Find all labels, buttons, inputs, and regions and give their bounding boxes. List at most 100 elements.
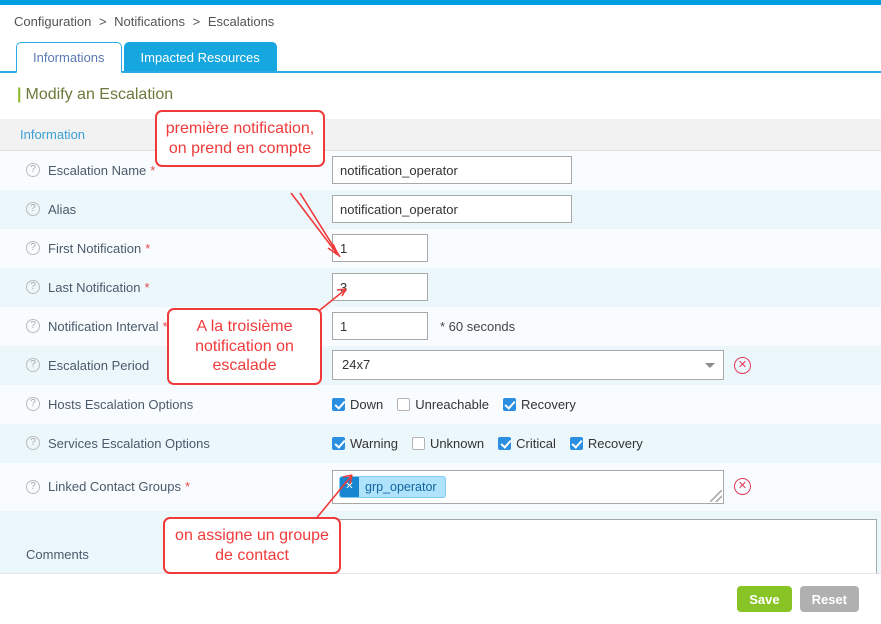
save-button[interactable]: Save — [737, 586, 791, 612]
label-text: Escalation Period — [48, 358, 149, 373]
form-row-first-notification: ? First Notification * — [0, 229, 881, 268]
checkbox-host-recovery[interactable]: Recovery — [503, 397, 576, 412]
tab-informations[interactable]: Informations — [16, 42, 122, 73]
notification-interval-input[interactable] — [332, 312, 428, 340]
callout-last-notification: A la troisième notification on escalade — [167, 308, 322, 385]
checkbox-label: Recovery — [588, 436, 643, 451]
label-text: Hosts Escalation Options — [48, 397, 193, 412]
required-asterisk: * — [150, 163, 155, 178]
page-title: |Modify an Escalation — [17, 86, 173, 104]
tag-remove-icon[interactable]: ✕ — [340, 477, 359, 497]
field-control: 24x7 ✕ — [332, 350, 881, 380]
field-control — [332, 195, 881, 223]
checkbox-service-critical[interactable]: Critical — [498, 436, 556, 451]
field-control — [332, 273, 881, 301]
last-notification-input[interactable] — [332, 273, 428, 301]
checkbox-checked-icon[interactable] — [332, 398, 345, 411]
field-label: ? Linked Contact Groups* — [0, 479, 332, 494]
interval-suffix-label: * 60 seconds — [440, 319, 515, 334]
checkbox-label: Unknown — [430, 436, 484, 451]
field-label: ? First Notification * — [0, 241, 332, 256]
hosts-escalation-checkbox-group: Down Unreachable Recovery — [332, 397, 590, 412]
field-label: ? Last Notification* — [0, 280, 332, 295]
reset-button[interactable]: Reset — [800, 586, 859, 612]
field-control: Warning Unknown Critical Recovery — [332, 436, 881, 451]
checkbox-label: Unreachable — [415, 397, 489, 412]
label-text: Services Escalation Options — [48, 436, 210, 451]
question-circle-icon[interactable]: ? — [26, 163, 40, 177]
checkbox-checked-icon[interactable] — [570, 437, 583, 450]
field-control: * 60 seconds — [332, 312, 881, 340]
checkbox-label: Down — [350, 397, 383, 412]
checkbox-service-recovery[interactable]: Recovery — [570, 436, 643, 451]
checkbox-service-unknown[interactable]: Unknown — [412, 436, 484, 451]
resize-handle[interactable] — [710, 490, 722, 502]
question-circle-icon[interactable]: ? — [26, 202, 40, 216]
field-control — [332, 156, 881, 184]
escalation-form: Information ? Escalation Name* ? Alias ?… — [0, 119, 881, 600]
tag-label: grp_operator — [359, 480, 445, 494]
breadcrumb-item-notifications[interactable]: Notifications — [114, 14, 185, 29]
question-circle-icon[interactable]: ? — [26, 280, 40, 294]
question-circle-icon[interactable]: ? — [26, 358, 40, 372]
breadcrumb-separator: > — [189, 14, 205, 29]
first-notification-input[interactable] — [332, 234, 428, 262]
form-footer: Save Reset — [0, 573, 881, 624]
required-asterisk: * — [145, 241, 150, 256]
tab-underline — [0, 71, 881, 73]
field-control: ✕ grp_operator ✕ — [332, 470, 881, 504]
checkbox-checked-icon[interactable] — [332, 437, 345, 450]
checkbox-service-warning[interactable]: Warning — [332, 436, 398, 451]
question-circle-icon[interactable]: ? — [26, 241, 40, 255]
label-text: Notification Interval — [48, 319, 159, 334]
form-row-linked-contact-groups: ? Linked Contact Groups* ✕ grp_operator … — [0, 463, 881, 511]
question-circle-icon[interactable]: ? — [26, 397, 40, 411]
form-row-last-notification: ? Last Notification* — [0, 268, 881, 307]
services-escalation-checkbox-group: Warning Unknown Critical Recovery — [332, 436, 657, 451]
tab-bar: Informations Impacted Resources — [16, 40, 881, 73]
field-control: Down Unreachable Recovery — [332, 397, 881, 412]
checkbox-unchecked-icon[interactable] — [412, 437, 425, 450]
checkbox-host-down[interactable]: Down — [332, 397, 383, 412]
field-control — [332, 234, 881, 262]
breadcrumb-separator: > — [95, 14, 111, 29]
required-asterisk: * — [145, 280, 150, 295]
tab-impacted-resources[interactable]: Impacted Resources — [124, 42, 277, 73]
alias-input[interactable] — [332, 195, 572, 223]
checkbox-host-unreachable[interactable]: Unreachable — [397, 397, 489, 412]
callout-contact-group: on assigne un groupe de contact — [163, 517, 341, 574]
tag-chip: ✕ grp_operator — [339, 476, 446, 498]
breadcrumb-item-escalations[interactable]: Escalations — [208, 14, 274, 29]
form-row-escalation-period: ? Escalation Period 24x7 ✕ — [0, 346, 881, 385]
clear-circle-icon[interactable]: ✕ — [734, 357, 751, 374]
form-row-hosts-escalation-options: ? Hosts Escalation Options Down Unreacha… — [0, 385, 881, 424]
question-circle-icon[interactable]: ? — [26, 480, 40, 494]
label-text: First Notification — [48, 241, 141, 256]
field-label: ? Alias — [0, 202, 332, 217]
clear-circle-icon[interactable]: ✕ — [734, 478, 751, 495]
escalation-name-input[interactable] — [332, 156, 572, 184]
field-label: ? Hosts Escalation Options — [0, 397, 332, 412]
label-text: Alias — [48, 202, 76, 217]
question-circle-icon[interactable]: ? — [26, 319, 40, 333]
checkbox-label: Critical — [516, 436, 556, 451]
question-circle-icon[interactable]: ? — [26, 436, 40, 450]
checkbox-checked-icon[interactable] — [498, 437, 511, 450]
checkbox-unchecked-icon[interactable] — [397, 398, 410, 411]
checkbox-label: Warning — [350, 436, 398, 451]
title-bar-glyph: | — [17, 86, 21, 103]
label-text: Linked Contact Groups — [48, 479, 181, 494]
checkbox-label: Recovery — [521, 397, 576, 412]
breadcrumb: Configuration > Notifications > Escalati… — [14, 14, 274, 29]
form-row-services-escalation-options: ? Services Escalation Options Warning Un… — [0, 424, 881, 463]
label-text: Escalation Name — [48, 163, 146, 178]
top-accent-bar — [0, 0, 881, 5]
form-row-escalation-name: ? Escalation Name * — [0, 151, 881, 190]
form-row-alias: ? Alias — [0, 190, 881, 229]
breadcrumb-item-configuration[interactable]: Configuration — [14, 14, 91, 29]
field-label: ? Services Escalation Options — [0, 436, 332, 451]
linked-contact-groups-input[interactable]: ✕ grp_operator — [332, 470, 724, 504]
checkbox-checked-icon[interactable] — [503, 398, 516, 411]
escalation-period-select[interactable]: 24x7 — [332, 350, 724, 380]
escalation-period-value[interactable]: 24x7 — [332, 350, 724, 380]
